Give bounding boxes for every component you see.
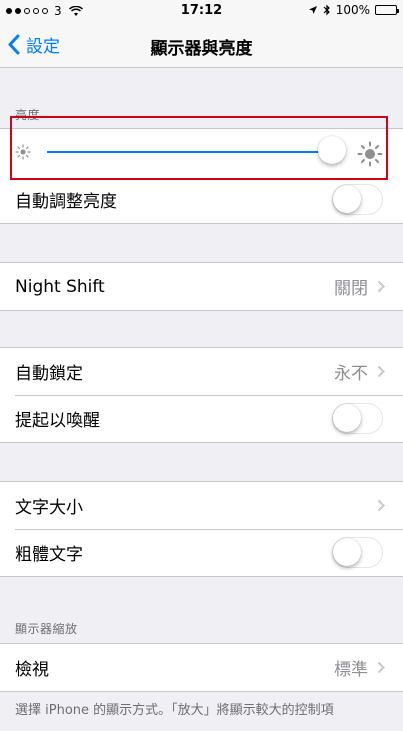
brightness-slider-thumb[interactable] — [318, 136, 346, 164]
auto-lock-value: 永不 — [334, 364, 368, 384]
brightness-slider-row — [0, 129, 403, 176]
chevron-right-icon — [377, 661, 385, 674]
status-right: 100% — [308, 3, 399, 17]
view-label: 檢視 — [15, 660, 49, 680]
raise-to-wake-label: 提起以喚醒 — [15, 411, 100, 431]
chevron-right-icon — [377, 280, 385, 293]
auto-lock-label: 自動鎖定 — [15, 364, 83, 384]
section-header-brightness: 亮度 — [15, 108, 41, 122]
section-header-display-zoom: 顯示器縮放 — [15, 622, 78, 636]
raise-to-wake-row: 提起以喚醒 — [0, 395, 403, 442]
display-zoom-footer: 選擇 iPhone 的顯示方式。「放大」將顯示較大的控制項 — [15, 703, 334, 718]
battery-percent: 100% — [335, 3, 370, 17]
navigation-bar: 設定 顯示器與亮度 — [0, 22, 403, 68]
view-row[interactable]: 檢視 標準 — [0, 644, 403, 691]
display-zoom-group: 檢視 標準 — [0, 643, 403, 692]
lock-group: 自動鎖定 永不 提起以喚醒 — [0, 347, 403, 443]
brightness-slider-fill — [47, 151, 332, 153]
brightness-high-icon — [357, 141, 383, 167]
auto-brightness-row: 自動調整亮度 — [0, 176, 403, 223]
brightness-low-icon — [15, 144, 31, 160]
night-shift-label: Night Shift — [15, 276, 105, 297]
chevron-right-icon — [377, 499, 385, 512]
bold-text-label: 粗體文字 — [15, 545, 83, 565]
toggle-knob — [333, 538, 361, 566]
toggle-knob — [333, 185, 361, 213]
text-size-row[interactable]: 文字大小 — [0, 482, 403, 529]
chevron-right-icon — [377, 365, 385, 378]
toggle-knob — [333, 404, 361, 432]
bluetooth-icon — [323, 4, 330, 16]
status-bar: 3 17:12 100% — [0, 0, 403, 22]
night-shift-value: 關閉 — [334, 279, 368, 299]
night-shift-row[interactable]: Night Shift 關閉 — [0, 263, 403, 310]
battery-icon — [375, 5, 399, 15]
auto-brightness-toggle[interactable] — [332, 184, 383, 215]
auto-brightness-label: 自動調整亮度 — [15, 192, 117, 212]
page-title: 顯示器與亮度 — [150, 39, 253, 59]
brightness-slider-track[interactable] — [47, 151, 332, 153]
raise-to-wake-toggle[interactable] — [332, 403, 383, 434]
brightness-group: 自動調整亮度 — [0, 128, 403, 224]
location-icon — [308, 6, 317, 14]
text-group: 文字大小 粗體文字 — [0, 481, 403, 577]
auto-lock-row[interactable]: 自動鎖定 永不 — [0, 348, 403, 395]
view-value: 標準 — [334, 660, 368, 680]
bold-text-row: 粗體文字 — [0, 529, 403, 576]
night-shift-group: Night Shift 關閉 — [0, 262, 403, 311]
bold-text-toggle[interactable] — [332, 537, 383, 568]
text-size-label: 文字大小 — [15, 498, 83, 518]
